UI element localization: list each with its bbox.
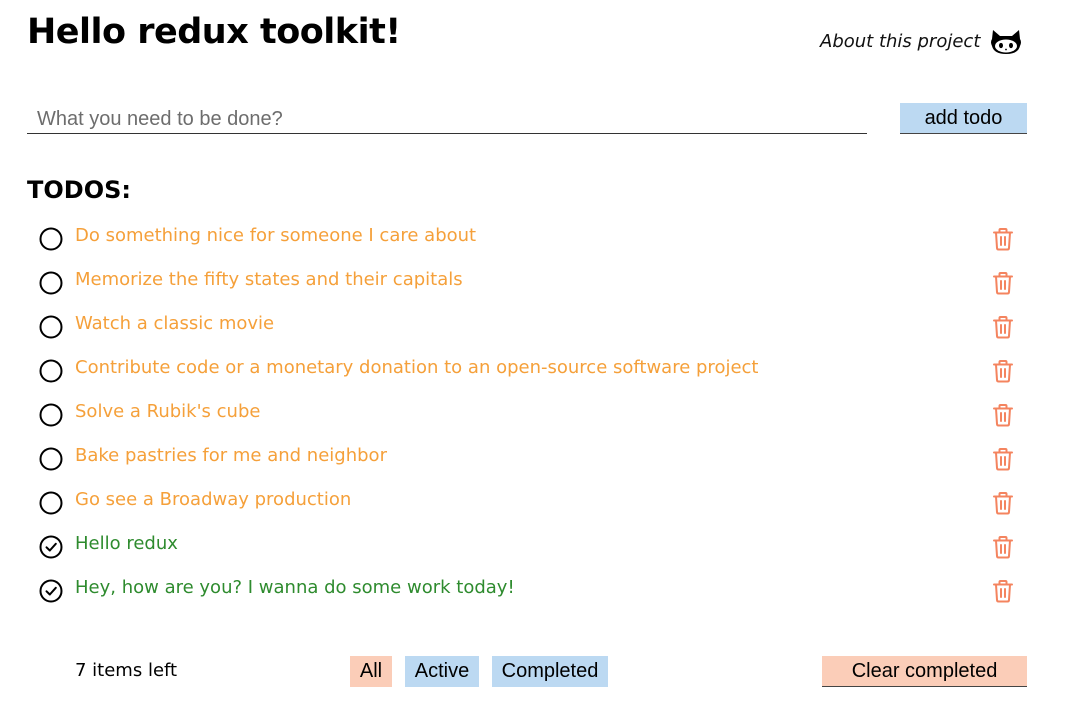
trash-icon[interactable]: [992, 535, 1014, 559]
todo-item: Watch a classic movie: [0, 304, 1083, 348]
trash-icon[interactable]: [992, 315, 1014, 339]
check-circle-icon[interactable]: [39, 535, 63, 559]
todo-text[interactable]: Solve a Rubik's cube: [75, 401, 260, 422]
todo-text[interactable]: Do something nice for someone I care abo…: [75, 225, 476, 246]
todo-text[interactable]: Hey, how are you? I wanna do some work t…: [75, 577, 515, 598]
trash-icon[interactable]: [992, 359, 1014, 383]
trash-icon[interactable]: [992, 579, 1014, 603]
filter-active-button[interactable]: Active: [405, 656, 479, 687]
todo-item: Hey, how are you? I wanna do some work t…: [0, 568, 1083, 612]
todo-text[interactable]: Contribute code or a monetary donation t…: [75, 357, 758, 378]
circle-icon[interactable]: [39, 271, 63, 295]
todo-item: Solve a Rubik's cube: [0, 392, 1083, 436]
todo-item: Contribute code or a monetary donation t…: [0, 348, 1083, 392]
todo-item: Go see a Broadway production: [0, 480, 1083, 524]
trash-icon[interactable]: [992, 271, 1014, 295]
circle-icon[interactable]: [39, 359, 63, 383]
todo-item: Hello redux: [0, 524, 1083, 568]
filter-completed-button[interactable]: Completed: [492, 656, 608, 687]
circle-icon[interactable]: [39, 491, 63, 515]
todo-text[interactable]: Watch a classic movie: [75, 313, 274, 334]
todo-list: Do something nice for someone I care abo…: [0, 216, 1083, 612]
circle-icon[interactable]: [39, 447, 63, 471]
todo-text[interactable]: Go see a Broadway production: [75, 489, 351, 510]
github-icon[interactable]: [990, 28, 1022, 56]
circle-icon[interactable]: [39, 315, 63, 339]
trash-icon[interactable]: [992, 447, 1014, 471]
circle-icon[interactable]: [39, 227, 63, 251]
circle-icon[interactable]: [39, 403, 63, 427]
todo-text[interactable]: Bake pastries for me and neighbor: [75, 445, 387, 466]
page-title: Hello redux toolkit!: [27, 12, 401, 52]
clear-completed-button[interactable]: Clear completed: [822, 656, 1027, 687]
check-circle-icon[interactable]: [39, 579, 63, 603]
todo-item: Do something nice for someone I care abo…: [0, 216, 1083, 260]
filter-all-button[interactable]: All: [350, 656, 392, 687]
todo-item: Bake pastries for me and neighbor: [0, 436, 1083, 480]
todos-heading: TODOS:: [27, 176, 131, 204]
todo-text[interactable]: Hello redux: [75, 533, 178, 554]
about-project-link[interactable]: About this project: [820, 31, 980, 52]
trash-icon[interactable]: [992, 403, 1014, 427]
todo-item: Memorize the fifty states and their capi…: [0, 260, 1083, 304]
todo-text[interactable]: Memorize the fifty states and their capi…: [75, 269, 463, 290]
new-todo-input[interactable]: [27, 106, 867, 134]
trash-icon[interactable]: [992, 491, 1014, 515]
add-todo-button[interactable]: add todo: [900, 103, 1027, 134]
trash-icon[interactable]: [992, 227, 1014, 251]
items-left-count: 7 items left: [75, 660, 178, 681]
